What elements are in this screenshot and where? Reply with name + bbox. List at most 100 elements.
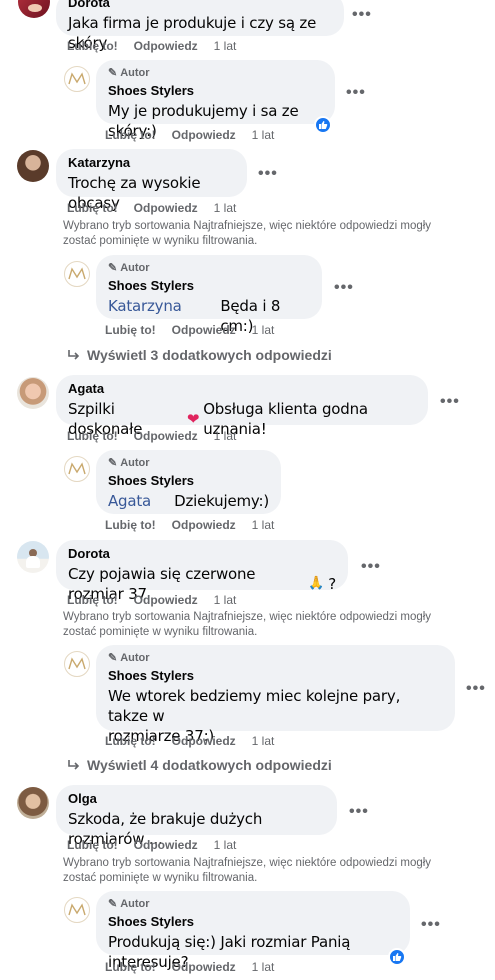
pencil-icon: ✎	[108, 262, 118, 274]
timestamp[interactable]: 1 lat	[252, 733, 275, 749]
timestamp[interactable]: 1 lat	[214, 200, 237, 216]
more-options-icon[interactable]: •••	[421, 917, 441, 933]
filter-note-line: zostać pominięte w wyniku filtrowania.	[63, 872, 258, 884]
more-options-icon[interactable]: •••	[258, 166, 278, 182]
comment-author[interactable]: Dorota	[68, 0, 332, 11]
reply-author[interactable]: Shoes Stylers	[108, 473, 269, 489]
reply-text: We wtorek bedziemy miec kolejne pary, ta…	[108, 687, 401, 725]
like-button[interactable]: Lubię to!	[105, 517, 156, 533]
reply-bubble: ✎ Autor Shoes Stylers Produkują się:) Ja…	[96, 891, 410, 971]
like-button[interactable]: Lubię to!	[105, 733, 156, 749]
page-logo-avatar[interactable]	[64, 897, 90, 923]
page-logo-avatar[interactable]	[64, 651, 90, 677]
reply-author[interactable]: Shoes Stylers	[108, 914, 398, 930]
author-badge: ✎ Autor	[108, 456, 269, 470]
reply-button[interactable]: Odpowiedz	[134, 592, 198, 608]
view-more-replies-link[interactable]: Wyświetl 3 dodatkowych odpowiedzi	[67, 347, 332, 363]
reply-button[interactable]: Odpowiedz	[134, 200, 198, 216]
view-more-replies-label: Wyświetl 3 dodatkowych odpowiedzi	[87, 347, 332, 363]
reply-actions: Lubię to! Odpowiedz 1 lat	[105, 959, 290, 975]
like-button[interactable]: Lubię to!	[105, 127, 156, 143]
more-options-icon[interactable]: •••	[352, 7, 372, 23]
pencil-icon: ✎	[108, 67, 118, 79]
more-options-icon[interactable]: •••	[466, 681, 486, 697]
reply-author[interactable]: Shoes Stylers	[108, 668, 443, 684]
author-badge-label: Autor	[120, 652, 150, 664]
comment-author[interactable]: Agata	[68, 381, 416, 397]
timestamp[interactable]: 1 lat	[252, 517, 275, 533]
comment-bubble: Agata Szpilki doskonałe ❤ Obsługa klient…	[56, 375, 428, 438]
avatar[interactable]	[18, 0, 50, 18]
reply-button[interactable]: Odpowiedz	[172, 322, 236, 338]
reply-author[interactable]: Shoes Stylers	[108, 278, 310, 294]
more-options-icon[interactable]: •••	[349, 804, 369, 820]
timestamp[interactable]: 1 lat	[252, 322, 275, 338]
comment-author[interactable]: Olga	[68, 791, 325, 807]
timestamp[interactable]: 1 lat	[214, 428, 237, 444]
timestamp[interactable]: 1 lat	[214, 592, 237, 608]
filter-note: Wybrano tryb sortowania Najtrafniejsze, …	[63, 610, 483, 640]
like-button[interactable]: Lubię to!	[105, 959, 156, 975]
avatar[interactable]	[17, 377, 49, 409]
filter-note-line: Wybrano tryb sortowania Najtrafniejsze, …	[63, 220, 432, 232]
avatar[interactable]	[17, 150, 49, 182]
timestamp[interactable]: 1 lat	[252, 959, 275, 975]
more-options-icon[interactable]: •••	[334, 280, 354, 296]
page-logo-avatar[interactable]	[64, 261, 90, 287]
reply-text: Dziekujemy:)	[174, 492, 269, 510]
more-options-icon[interactable]: •••	[440, 394, 460, 410]
like-button[interactable]: Lubię to!	[67, 38, 118, 54]
like-button[interactable]: Lubię to!	[67, 200, 118, 216]
reply-button[interactable]: Odpowiedz	[134, 428, 198, 444]
reply-button[interactable]: Odpowiedz	[134, 837, 198, 853]
reply-button[interactable]: Odpowiedz	[172, 959, 236, 975]
filter-note-line: Wybrano tryb sortowania Najtrafniejsze, …	[63, 611, 432, 623]
view-more-replies-label: Wyświetl 4 dodatkowych odpowiedzi	[87, 757, 332, 773]
like-button[interactable]: Lubię to!	[67, 592, 118, 608]
more-options-icon[interactable]: •••	[361, 559, 381, 575]
page-logo-avatar[interactable]	[64, 456, 90, 482]
reply-button[interactable]: Odpowiedz	[134, 38, 198, 54]
view-more-replies-link[interactable]: Wyświetl 4 dodatkowych odpowiedzi	[67, 757, 332, 773]
more-options-icon[interactable]: •••	[346, 85, 366, 101]
timestamp[interactable]: 1 lat	[214, 837, 237, 853]
comment-author[interactable]: Dorota	[68, 546, 336, 562]
comment-actions: Lubię to! Odpowiedz 1 lat	[67, 837, 252, 853]
author-badge-label: Autor	[120, 262, 150, 274]
reply-button[interactable]: Odpowiedz	[172, 733, 236, 749]
author-badge: ✎ Autor	[108, 651, 443, 665]
thumbs-up-icon[interactable]	[388, 948, 406, 966]
timestamp[interactable]: 1 lat	[214, 38, 237, 54]
avatar[interactable]	[17, 787, 49, 819]
reply-author[interactable]: Shoes Stylers	[108, 83, 323, 99]
author-badge: ✎ Autor	[108, 66, 323, 80]
reply-bubble: ✎ Autor Shoes Stylers Agata Dziekujemy:)	[96, 450, 281, 514]
filter-note-line: zostać pominięte w wyniku filtrowania.	[63, 626, 258, 638]
reply-arrow-icon	[68, 760, 80, 770]
like-button[interactable]: Lubię to!	[67, 837, 118, 853]
reply-bubble: ✎ Autor Shoes Stylers Katarzyna Będa i 8…	[96, 255, 322, 335]
comment-author[interactable]: Katarzyna	[68, 155, 235, 171]
reply-bubble: ✎ Autor Shoes Stylers My je produkujemy …	[96, 60, 335, 140]
like-button[interactable]: Lubię to!	[105, 322, 156, 338]
page-logo-avatar[interactable]	[64, 66, 90, 92]
comment-text: ?	[328, 575, 336, 593]
mention-link[interactable]: Agata	[108, 491, 174, 511]
author-badge: ✎ Autor	[108, 897, 398, 911]
comment-bubble: Olga Szkoda, że brakuje dużych rozmiarów…	[56, 785, 337, 848]
author-badge-label: Autor	[120, 457, 150, 469]
thumbs-up-icon[interactable]	[314, 116, 332, 134]
reply-bubble: ✎ Autor Shoes Stylers We wtorek bedziemy…	[96, 645, 455, 745]
reply-actions: Lubię to! Odpowiedz 1 lat	[105, 517, 290, 533]
reply-button[interactable]: Odpowiedz	[172, 517, 236, 533]
author-badge: ✎ Autor	[108, 261, 310, 275]
pencil-icon: ✎	[108, 898, 118, 910]
heart-emoji: ❤	[186, 410, 200, 428]
avatar[interactable]	[17, 541, 49, 573]
timestamp[interactable]: 1 lat	[252, 127, 275, 143]
reply-button[interactable]: Odpowiedz	[172, 127, 236, 143]
filter-note-line: Wybrano tryb sortowania Najtrafniejsze, …	[63, 857, 432, 869]
author-badge-label: Autor	[120, 898, 150, 910]
like-button[interactable]: Lubię to!	[67, 428, 118, 444]
praying-hands-emoji: 🙏	[308, 576, 325, 591]
